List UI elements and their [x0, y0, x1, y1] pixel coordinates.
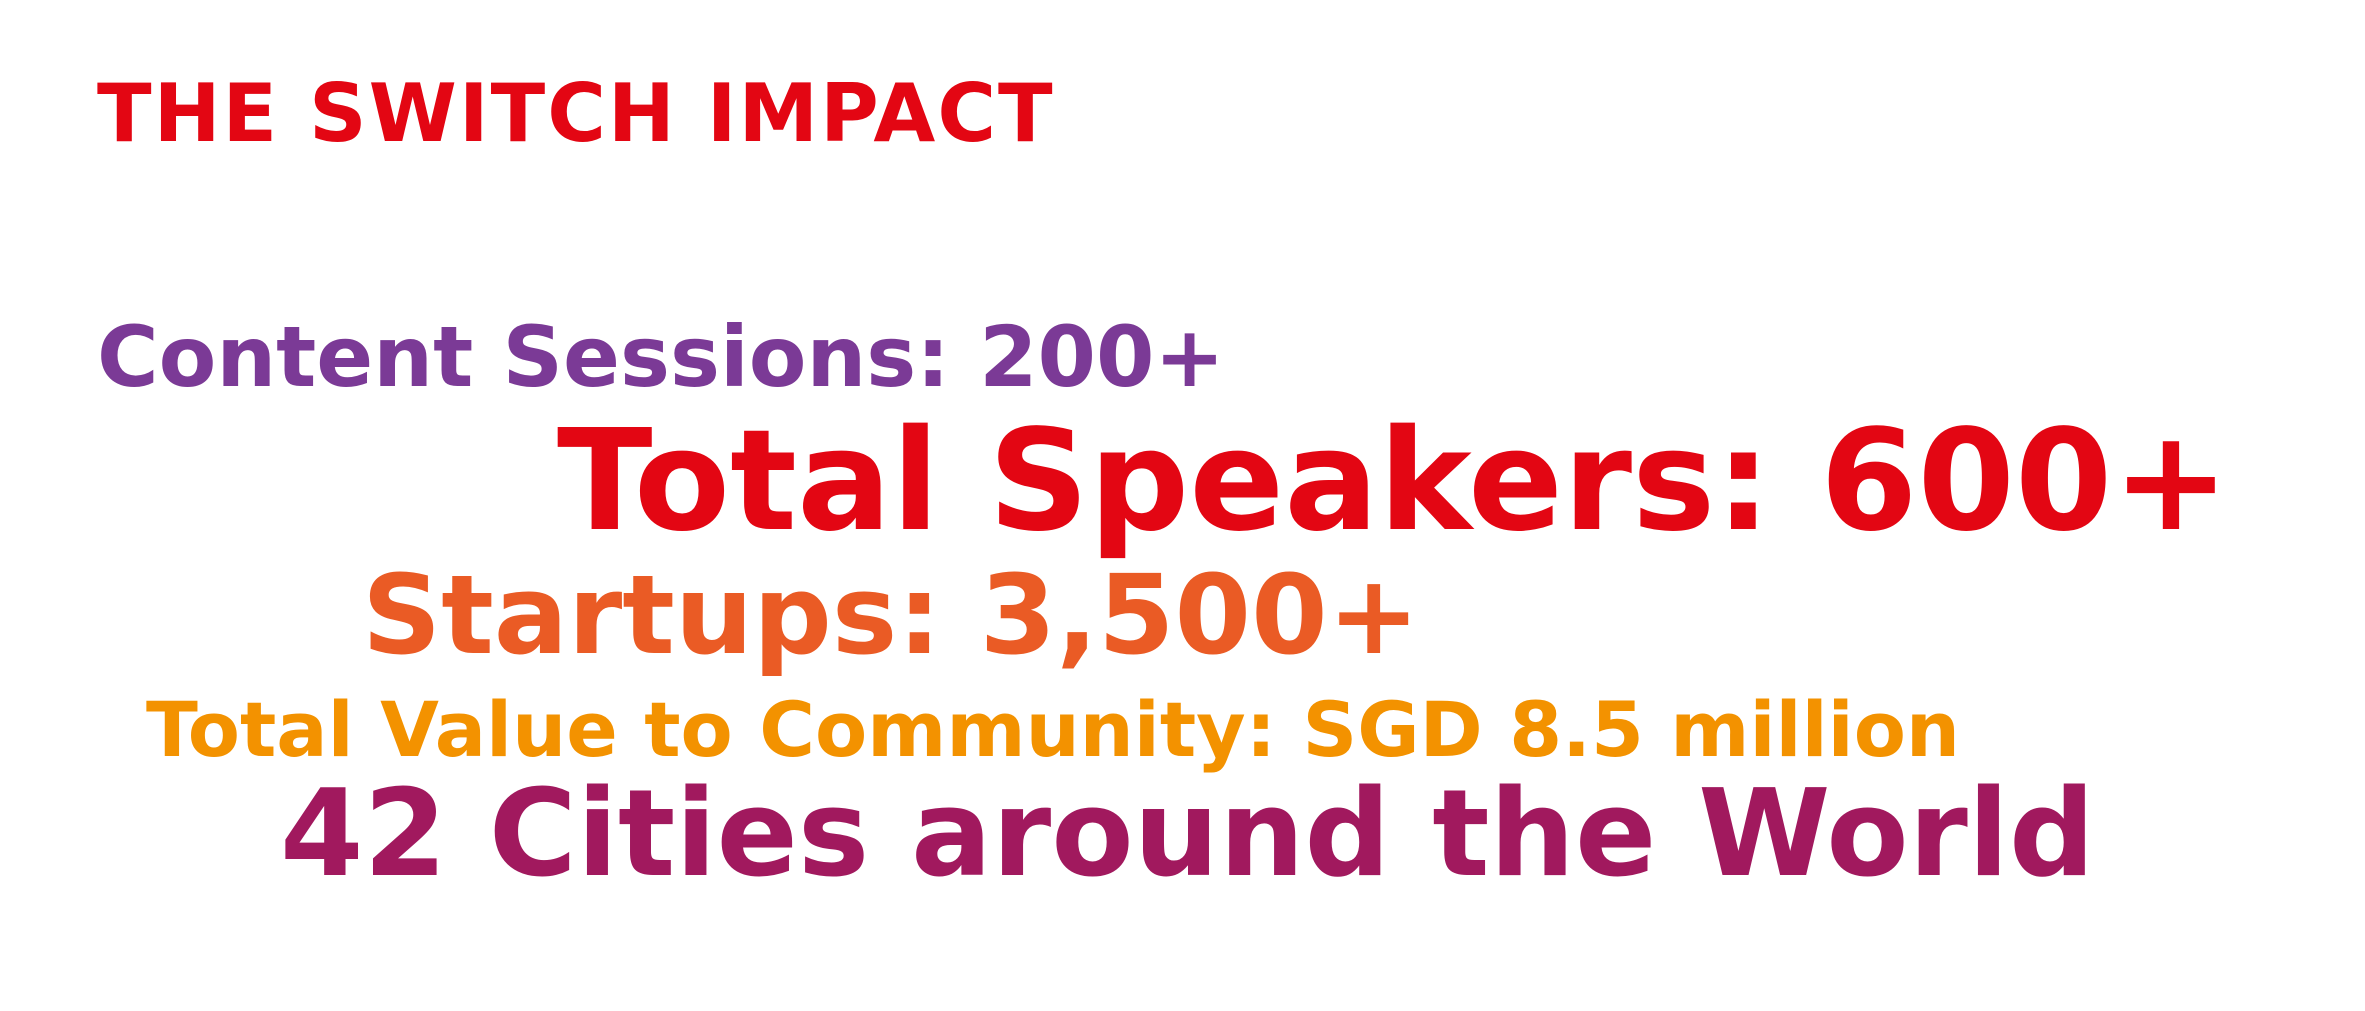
total-value-stat: Total Value to Community: SGD 8.5 millio…: [146, 685, 1961, 774]
content-sessions-stat: Content Sessions: 200+: [97, 308, 1225, 406]
switch-impact-slide: { "slide": { "title": "THE SWITCH IMPACT…: [0, 0, 2365, 1011]
total-speakers-stat: Total Speakers: 600+: [557, 400, 2230, 563]
startups-stat: Startups: 3,500+: [362, 551, 1420, 679]
cities-stat: 42 Cities around the World: [280, 765, 2095, 904]
slide-title: THE SWITCH IMPACT: [97, 67, 1055, 160]
